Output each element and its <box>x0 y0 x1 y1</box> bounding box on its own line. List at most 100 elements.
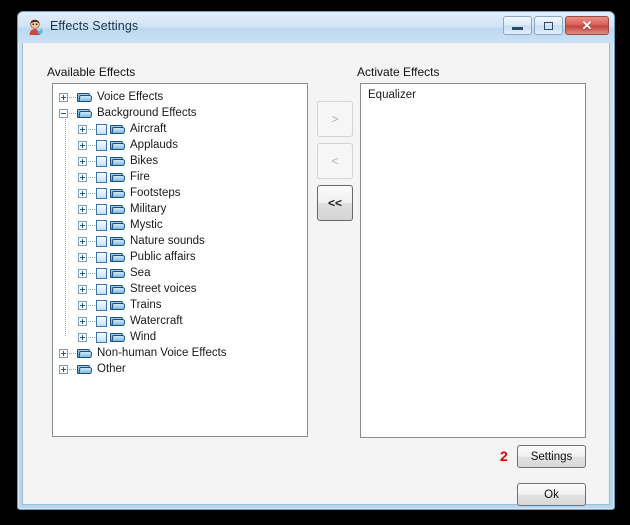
tree-item-mystic[interactable]: Mystic <box>53 217 307 233</box>
folder-icon <box>77 364 93 375</box>
list-item[interactable]: Equalizer <box>361 84 585 103</box>
tree-item-bikes[interactable]: Bikes <box>53 153 307 169</box>
expand-icon[interactable] <box>59 364 68 374</box>
expand-icon[interactable] <box>78 236 87 246</box>
desktop-backdrop: Effects Settings ✕ Available Effects Act… <box>0 0 630 525</box>
caption-buttons: ✕ <box>503 16 609 35</box>
tree-item-label: Trains <box>130 299 162 311</box>
tree-item-label: Watercraft <box>130 315 183 327</box>
close-icon: ✕ <box>581 18 593 33</box>
folder-icon <box>77 108 93 119</box>
available-effects-tree[interactable]: Voice Effects Background Effects Aircraft A… <box>52 83 308 437</box>
collapse-icon[interactable] <box>59 108 68 118</box>
tree-connector <box>69 96 76 98</box>
remove-effect-label: < <box>331 154 339 168</box>
tree-item-other[interactable]: Other <box>53 361 307 377</box>
expand-icon[interactable] <box>78 124 87 134</box>
tree-connector <box>69 352 76 354</box>
tree-item-checkbox[interactable] <box>96 219 107 231</box>
expand-icon[interactable] <box>78 316 87 326</box>
folder-icon <box>110 172 126 183</box>
tree-connector <box>88 320 95 322</box>
remove-effect-button[interactable]: < <box>317 143 353 179</box>
folder-icon <box>110 140 126 151</box>
folder-icon <box>77 92 93 103</box>
tree-item-label: Nature sounds <box>130 235 205 247</box>
tree-item-wind[interactable]: Wind <box>53 329 307 345</box>
expand-icon[interactable] <box>59 92 68 102</box>
maximize-button[interactable] <box>534 16 563 35</box>
tree-item-label: Other <box>97 363 126 375</box>
expand-icon[interactable] <box>78 332 87 342</box>
add-effect-button[interactable]: > <box>317 101 353 137</box>
tree-item-applauds[interactable]: Applauds <box>53 137 307 153</box>
tree-connector <box>88 144 95 146</box>
tree-item-voice-effects[interactable]: Voice Effects <box>53 89 307 105</box>
tree-item-nature-sounds[interactable]: Nature sounds <box>53 233 307 249</box>
folder-icon <box>110 252 126 263</box>
tree-connector <box>88 304 95 306</box>
tree-item-sea[interactable]: Sea <box>53 265 307 281</box>
tree-item-background-effects[interactable]: Background Effects <box>53 105 307 121</box>
clear-effects-button[interactable]: << <box>317 185 353 221</box>
tree-item-label: Wind <box>130 331 157 343</box>
tree-connector <box>88 256 95 258</box>
tree-item-label: Footsteps <box>130 187 181 199</box>
folder-icon <box>110 332 126 343</box>
folder-icon <box>110 316 126 327</box>
tree-connector <box>88 160 95 162</box>
expand-icon[interactable] <box>78 140 87 150</box>
expand-icon[interactable] <box>78 252 87 262</box>
folder-icon <box>110 124 126 135</box>
tree-item-watercraft[interactable]: Watercraft <box>53 313 307 329</box>
tree-connector <box>88 288 95 290</box>
tree-item-checkbox[interactable] <box>96 299 107 311</box>
expand-icon[interactable] <box>78 204 87 214</box>
tree-item-fire[interactable]: Fire <box>53 169 307 185</box>
minimize-button[interactable] <box>503 16 532 35</box>
tree-item-checkbox[interactable] <box>96 155 107 167</box>
folder-icon <box>110 284 126 295</box>
tree-item-checkbox[interactable] <box>96 171 107 183</box>
expand-icon[interactable] <box>78 188 87 198</box>
tree-item-checkbox[interactable] <box>96 187 107 199</box>
tree-item-non-human-voice-effects[interactable]: Non-human Voice Effects <box>53 345 307 361</box>
ok-button[interactable]: Ok <box>517 483 586 506</box>
tree-item-trains[interactable]: Trains <box>53 297 307 313</box>
tree-item-footsteps[interactable]: Footsteps <box>53 185 307 201</box>
tree-item-checkbox[interactable] <box>96 283 107 295</box>
window-title: Effects Settings <box>50 19 139 33</box>
tree-item-public-affairs[interactable]: Public affairs <box>53 249 307 265</box>
tree-item-checkbox[interactable] <box>96 331 107 343</box>
dialog-body: Available Effects Activate Effects Voice… <box>22 43 610 506</box>
expand-icon[interactable] <box>78 300 87 310</box>
title-bar[interactable]: Effects Settings ✕ <box>18 12 614 43</box>
tree-item-checkbox[interactable] <box>96 251 107 263</box>
tree-item-checkbox[interactable] <box>96 203 107 215</box>
expand-icon[interactable] <box>78 172 87 182</box>
tree-item-checkbox[interactable] <box>96 139 107 151</box>
folder-icon <box>110 268 126 279</box>
expand-icon[interactable] <box>78 268 87 278</box>
expand-icon[interactable] <box>78 220 87 230</box>
close-button[interactable]: ✕ <box>565 16 609 35</box>
tree-item-aircraft[interactable]: Aircraft <box>53 121 307 137</box>
tree-item-checkbox[interactable] <box>96 123 107 135</box>
activate-effects-label: Activate Effects <box>357 65 440 79</box>
settings-button[interactable]: Settings <box>517 445 586 468</box>
tree-connector <box>69 368 76 370</box>
activate-effects-list[interactable]: Equalizer <box>360 83 586 438</box>
tree-item-checkbox[interactable] <box>96 315 107 327</box>
expand-icon[interactable] <box>59 348 68 358</box>
tree-item-checkbox[interactable] <box>96 235 107 247</box>
expand-icon[interactable] <box>78 156 87 166</box>
tree-item-street-voices[interactable]: Street voices <box>53 281 307 297</box>
tree-item-military[interactable]: Military <box>53 201 307 217</box>
tree-item-label: Military <box>130 203 167 215</box>
tree-connector <box>88 272 95 274</box>
folder-icon <box>77 348 93 359</box>
person-face-icon <box>27 19 44 36</box>
expand-icon[interactable] <box>78 284 87 294</box>
tree-connector <box>88 336 95 338</box>
tree-item-checkbox[interactable] <box>96 267 107 279</box>
